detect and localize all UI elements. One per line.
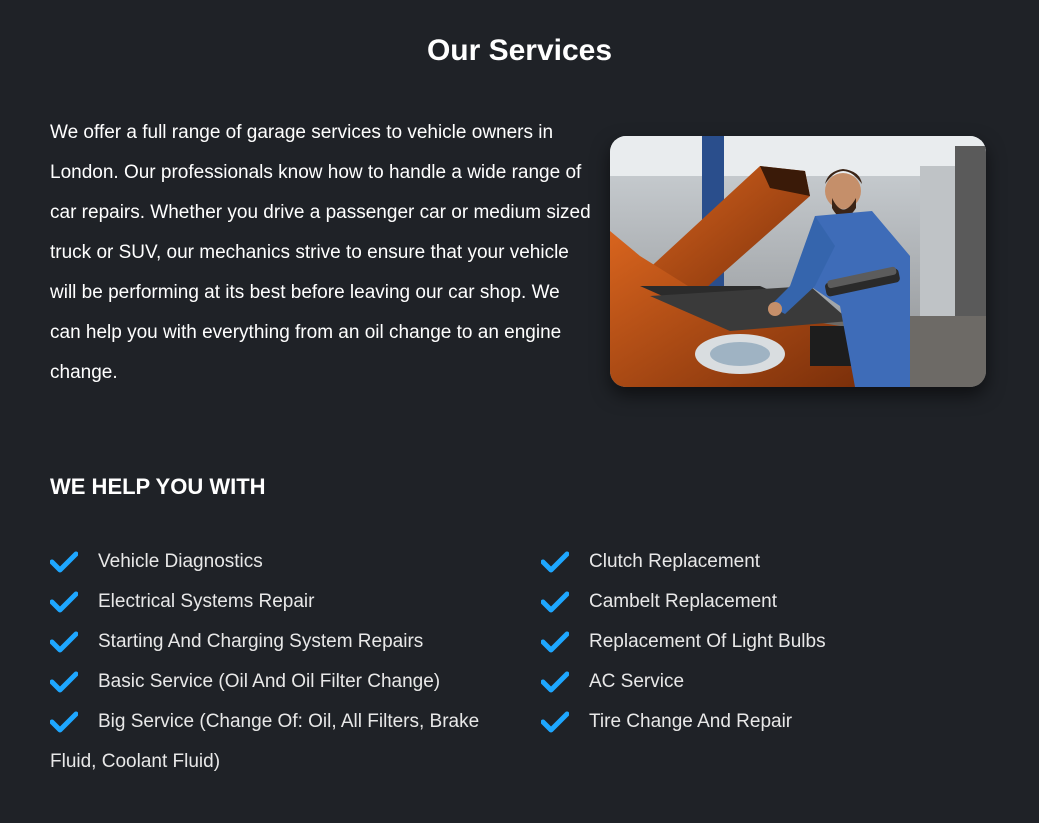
services-list-left: Vehicle Diagnostics Electrical Systems R… [50, 542, 490, 782]
page-title: Our Services [426, 34, 613, 67]
services-list-right: Clutch Replacement Cambelt Replacement R… [541, 542, 981, 742]
service-label: Basic Service (Oil And Oil Filter Change… [98, 671, 441, 692]
list-item: Vehicle Diagnostics [50, 542, 490, 582]
service-label: Big Service (Change Of: Oil, All Filters… [50, 711, 480, 772]
service-label: Cambelt Replacement [589, 591, 777, 612]
checkmark-icon [541, 551, 569, 573]
service-label: Tire Change And Repair [589, 711, 793, 732]
service-label: AC Service [589, 671, 685, 692]
list-item: Tire Change And Repair [541, 702, 981, 742]
checkmark-icon [541, 671, 569, 693]
help-heading: WE HELP YOU WITH [50, 474, 266, 499]
intro-paragraph: We offer a full range of garage services… [50, 122, 591, 383]
checkmark-icon [50, 631, 78, 653]
service-label: Starting And Charging System Repairs [98, 631, 424, 652]
service-label: Electrical Systems Repair [98, 591, 315, 612]
list-item: Cambelt Replacement [541, 582, 981, 622]
list-item: Replacement Of Light Bulbs [541, 622, 981, 662]
checkmark-icon [541, 631, 569, 653]
checkmark-icon [50, 591, 78, 613]
list-item: Big Service (Change Of: Oil, All Filters… [50, 702, 490, 782]
checkmark-icon [541, 591, 569, 613]
service-label: Replacement Of Light Bulbs [589, 631, 826, 652]
list-item: Electrical Systems Repair [50, 582, 490, 622]
checkmark-icon [50, 671, 78, 693]
service-label: Clutch Replacement [589, 551, 761, 572]
service-label: Vehicle Diagnostics [98, 551, 263, 572]
mechanic-photo [610, 136, 986, 387]
list-item: Basic Service (Oil And Oil Filter Change… [50, 662, 490, 702]
list-item: Starting And Charging System Repairs [50, 622, 490, 662]
list-item: AC Service [541, 662, 981, 702]
checkmark-icon [50, 551, 78, 573]
checkmark-icon [541, 711, 569, 733]
list-item: Clutch Replacement [541, 542, 981, 582]
checkmark-icon [50, 711, 78, 733]
